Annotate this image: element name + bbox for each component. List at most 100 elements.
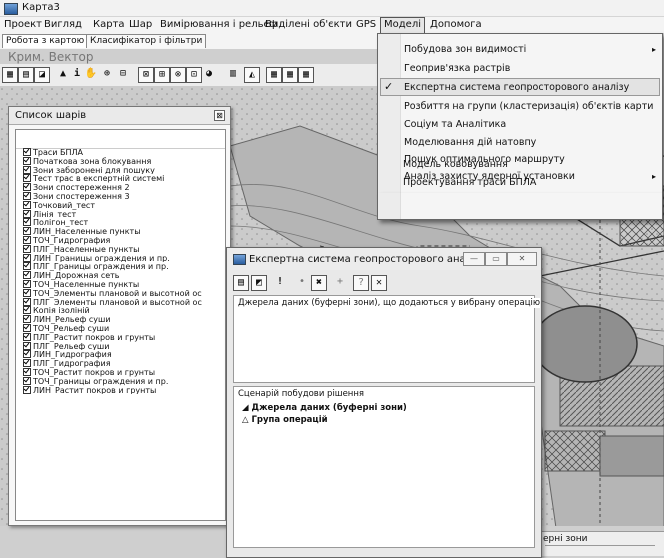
layer-item[interactable]: ЛИН_Дорожная сеть (23, 271, 230, 280)
layer-item[interactable]: ПЛГ_Элементы плановой и высотной ос (23, 297, 230, 306)
checkbox[interactable] (23, 271, 31, 280)
menu-models[interactable]: Моделі (380, 17, 425, 34)
checkbox[interactable] (23, 297, 31, 306)
select-rect-icon[interactable]: ⊞ (154, 67, 170, 83)
layer-item[interactable]: ПЛГ_Границы ограждения и пр. (23, 262, 230, 271)
checkbox[interactable] (23, 315, 31, 324)
checkbox[interactable] (23, 244, 31, 253)
info-icon[interactable]: i (70, 67, 84, 81)
exclamation-icon[interactable]: ! (273, 275, 287, 289)
checkbox[interactable] (23, 376, 31, 385)
menu-item-georeference[interactable]: Геоприв'язка растрів (404, 61, 510, 76)
checkbox[interactable] (23, 350, 31, 359)
table2-icon[interactable]: ▦ (266, 67, 282, 83)
layer-item[interactable]: Тест трас в експертній системі (23, 174, 230, 183)
table3-icon[interactable]: ▦ (282, 67, 298, 83)
hatch-icon[interactable]: ▥ (226, 67, 240, 81)
minimize-button[interactable]: — (463, 252, 485, 266)
layer-item[interactable]: ТОЧ_Населенные пункты (23, 279, 230, 289)
checkbox[interactable] (23, 367, 31, 376)
checkbox[interactable] (23, 323, 31, 332)
layer-item[interactable]: ЛИН_Границы ограждения и пр. (23, 253, 230, 262)
menu-view[interactable]: Вигляд (44, 19, 82, 30)
layers-icon[interactable]: ◭ (244, 67, 260, 83)
checkbox[interactable] (23, 227, 31, 236)
menu-item-socium[interactable]: Соціум та Аналітика (404, 117, 506, 132)
select-poly-icon[interactable]: ⊡ (186, 67, 202, 83)
layer-item[interactable]: Зони спостереження 3 (23, 191, 230, 201)
menu-item-uav-route-design[interactable]: Проектування траси БПЛА (403, 175, 536, 190)
checkbox[interactable] (23, 156, 31, 165)
menu-map[interactable]: Карта (93, 19, 125, 30)
layer-item[interactable]: ПЛГ_Рельеф суши (23, 341, 230, 350)
layer-item[interactable]: ТОЧ_Гидрография (23, 235, 230, 245)
checkbox[interactable] (23, 306, 31, 315)
select-all-icon[interactable]: ⊠ (138, 67, 154, 83)
select-cross-icon[interactable]: ⊗ (170, 67, 186, 83)
menu-project[interactable]: Проект (4, 19, 42, 30)
layer-item[interactable]: Полігон_тест (23, 218, 230, 227)
checkbox[interactable] (23, 218, 31, 227)
checkbox[interactable] (23, 385, 31, 394)
checkbox[interactable] (23, 209, 31, 218)
tree-item-sources[interactable]: ◢ Джерела даних (буферні зони) (242, 403, 407, 413)
x-icon[interactable]: ✕ (371, 275, 387, 291)
tree-item-operations[interactable]: △ Група операцій (242, 415, 328, 425)
table-icon[interactable]: ▤ (18, 67, 34, 83)
tab-map-work[interactable]: Робота з картою (2, 34, 89, 48)
checkbox[interactable] (23, 191, 31, 200)
plus-icon[interactable]: + (333, 275, 347, 289)
checkbox[interactable] (23, 359, 31, 368)
checkbox[interactable] (23, 200, 31, 209)
layer-item[interactable]: Початкова зона блокування (23, 156, 230, 166)
menu-measure-relief[interactable]: Вимірювання і рельєф (160, 19, 278, 30)
menu-item-visibility-zones[interactable]: Побудова зон видимості ▸ (404, 42, 656, 57)
layer-item[interactable]: ЛИН_Гидрография (23, 350, 230, 359)
pointer-icon[interactable]: ▲ (56, 67, 70, 81)
menu-item-crowd-modeling[interactable]: Моделювання дій натовпу (404, 135, 536, 150)
layer-item[interactable]: ТОЧ_Границы ограждения и пр. (23, 376, 230, 386)
cross-icon[interactable]: ✖ (311, 275, 327, 291)
layer-item[interactable]: Зони спостереження 2 (23, 183, 230, 192)
layer-item[interactable]: ТОЧ_Элементы плановой и высотной ос (23, 288, 230, 298)
menu-selected-objects[interactable]: Виділені об'єкти (265, 19, 352, 30)
checkbox[interactable] (23, 183, 31, 192)
help-icon[interactable]: ? (353, 275, 369, 291)
zoom-window-icon[interactable]: ⊟ (116, 67, 130, 81)
layer-item[interactable]: ТОЧ_Рельеф суши (23, 323, 230, 333)
close-button[interactable]: ✕ (507, 252, 537, 266)
dot-icon[interactable]: • (295, 275, 309, 289)
close-icon[interactable]: ⊠ (214, 110, 225, 121)
save-icon[interactable]: ◩ (251, 275, 267, 291)
checkbox[interactable] (23, 174, 31, 183)
checkbox[interactable] (23, 332, 31, 341)
checkbox[interactable] (23, 165, 31, 174)
layer-item[interactable]: Копія ізоліній (23, 306, 230, 315)
grid-icon[interactable]: ▦ (2, 67, 18, 83)
checkbox[interactable] (23, 235, 31, 244)
checkbox[interactable] (23, 148, 31, 156)
zoom-in-icon[interactable]: ⊕ (100, 67, 114, 81)
tab-classifier[interactable]: Класифікатор і фільтри (86, 34, 207, 48)
layer-item[interactable]: Точковий_тест (23, 200, 230, 210)
layer-item[interactable]: ПЛГ_Растит покров и грунты (23, 332, 230, 342)
hand-icon[interactable]: ✋ (84, 67, 98, 81)
chart-icon[interactable]: ◪ (34, 67, 50, 83)
layer-item[interactable]: ПЛГ_Гидрография (23, 359, 230, 368)
menu-help[interactable]: Допомога (430, 19, 482, 30)
layer-item[interactable]: Зони заборонені для пошуку (23, 165, 230, 174)
checkbox[interactable] (23, 341, 31, 350)
layer-item[interactable]: ТОЧ_Растит покров и грунты (23, 367, 230, 377)
globe-icon[interactable]: ◕ (202, 67, 216, 81)
checkbox[interactable] (23, 253, 31, 262)
sheet-icon[interactable]: ▤ (233, 275, 249, 291)
checkbox[interactable] (23, 288, 31, 297)
menu-gps[interactable]: GPS (356, 19, 376, 30)
menu-item-clustering[interactable]: Розбиття на групи (кластеризація) об'єкт… (404, 99, 653, 114)
checkbox[interactable] (23, 279, 31, 288)
menu-item-expert-system[interactable]: Експертна система геопросторового аналіз… (404, 80, 629, 95)
layer-item[interactable]: ЛИН_Растит покров и грунты (23, 385, 230, 394)
menu-layer[interactable]: Шар (129, 19, 152, 30)
checkbox[interactable] (23, 262, 31, 271)
layer-item[interactable]: Лінія_тест (23, 209, 230, 218)
